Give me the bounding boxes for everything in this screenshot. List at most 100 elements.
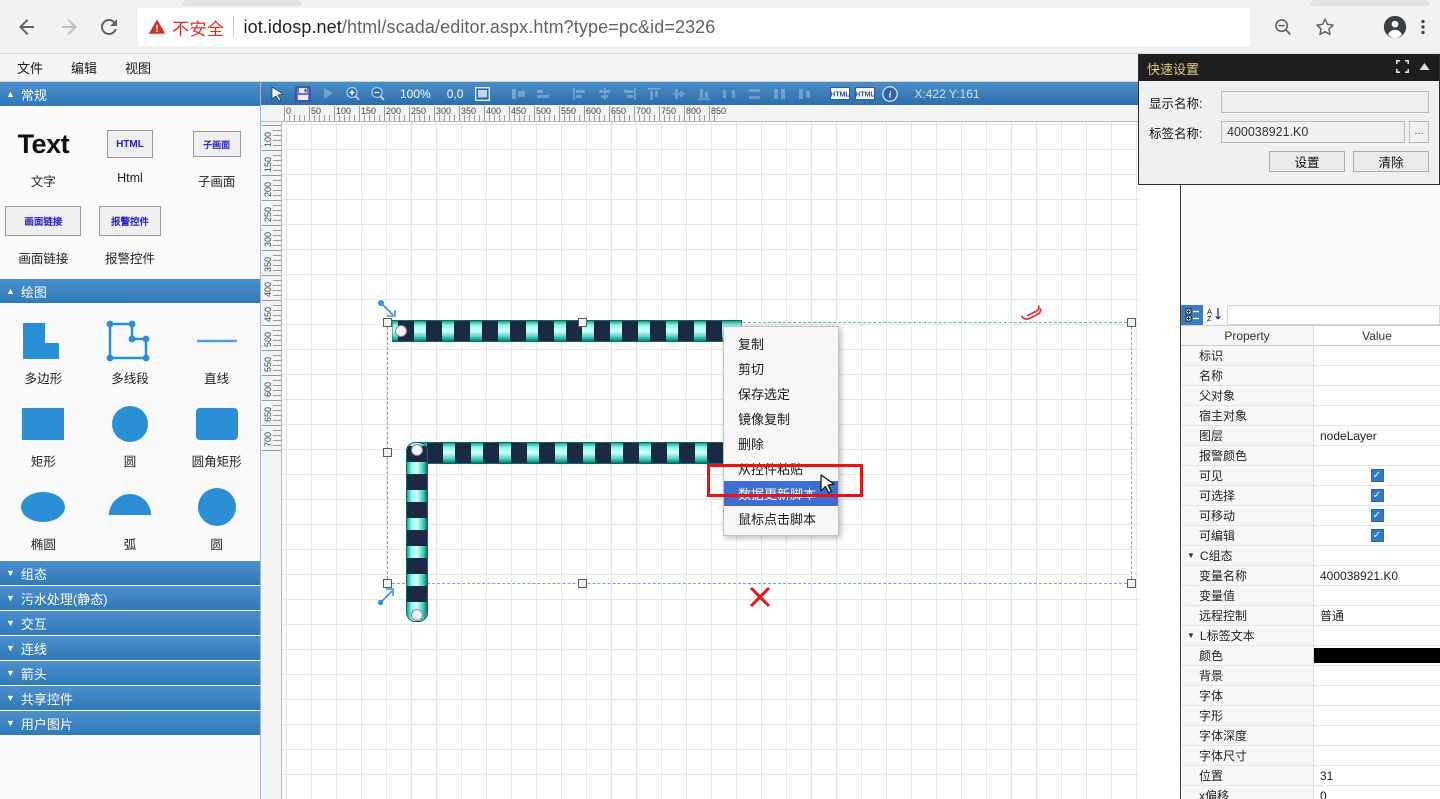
alphabetical-sort-icon[interactable]: AZ bbox=[1203, 305, 1225, 325]
menu-item-edit[interactable]: 编辑 bbox=[60, 55, 108, 80]
property-row[interactable]: 字体尺寸 bbox=[1181, 746, 1440, 766]
property-value-cell[interactable]: ✓ bbox=[1314, 506, 1440, 525]
palette-item-polygon[interactable]: 多边形 bbox=[0, 314, 87, 389]
property-row[interactable]: 标识 bbox=[1181, 346, 1440, 366]
html-import-icon[interactable]: HTML bbox=[854, 84, 876, 103]
palette-item-roundrect[interactable]: 圆角矩形 bbox=[173, 397, 260, 472]
palette-item-text[interactable]: Text 文字 bbox=[0, 117, 87, 192]
property-row[interactable]: 宿主对象 bbox=[1181, 406, 1440, 426]
palette-item-ellipse[interactable]: 椭圆 bbox=[0, 480, 87, 555]
context-menu-item-mouse-click-script[interactable]: 鼠标点击脚本 bbox=[724, 506, 838, 531]
property-row[interactable]: 背景 bbox=[1181, 666, 1440, 686]
cursor-arrow-icon[interactable] bbox=[267, 84, 289, 103]
collapse-icon[interactable] bbox=[1395, 59, 1410, 77]
triangle-up-icon[interactable] bbox=[1418, 60, 1431, 76]
info-icon[interactable]: i bbox=[879, 84, 901, 103]
same-height-icon[interactable] bbox=[793, 84, 815, 103]
same-width-icon[interactable] bbox=[768, 84, 790, 103]
floppy-disk-icon[interactable] bbox=[292, 84, 314, 103]
tag-browse-button[interactable]: ... bbox=[1409, 121, 1429, 143]
red-x-icon[interactable] bbox=[749, 586, 771, 608]
property-value-cell[interactable]: ✓ bbox=[1314, 466, 1440, 485]
triangle-down-icon[interactable]: ▼ bbox=[1187, 631, 1195, 640]
property-value-cell[interactable] bbox=[1314, 546, 1440, 565]
palette-item-circle[interactable]: 圆 bbox=[87, 397, 174, 472]
property-row[interactable]: 报警颜色 bbox=[1181, 446, 1440, 466]
reload-icon[interactable] bbox=[92, 10, 126, 44]
sidebar-section-general[interactable]: ▲ 常规 bbox=[0, 82, 260, 107]
context-menu-item-copy[interactable]: 复制 bbox=[724, 331, 838, 356]
categorized-view-icon[interactable] bbox=[1181, 305, 1203, 325]
property-value-cell[interactable] bbox=[1314, 706, 1440, 725]
sidebar-section-arrow[interactable]: ▼ 箭头 bbox=[0, 661, 260, 686]
palette-item-line[interactable]: 直线 bbox=[173, 314, 260, 389]
property-row[interactable]: 变量值 bbox=[1181, 586, 1440, 606]
resize-handle-ne[interactable] bbox=[1127, 318, 1136, 327]
sidebar-section-wastewater[interactable]: ▼ 污水处理(静态) bbox=[0, 586, 260, 611]
property-value-cell[interactable]: 0 bbox=[1314, 786, 1440, 799]
sidebar-section-userimage[interactable]: ▼ 用户图片 bbox=[0, 711, 260, 736]
menu-item-file[interactable]: 文件 bbox=[6, 55, 54, 80]
property-row[interactable]: 可编辑✓ bbox=[1181, 526, 1440, 546]
context-menu-item-mirror-copy[interactable]: 镜像复制 bbox=[724, 406, 838, 431]
align-bottom-icon[interactable] bbox=[693, 84, 715, 103]
palette-item-polyline[interactable]: 多线段 bbox=[87, 314, 174, 389]
property-filter-input[interactable] bbox=[1227, 305, 1440, 325]
rotate-handle-icon[interactable] bbox=[378, 582, 402, 606]
checkbox-checked-icon[interactable]: ✓ bbox=[1371, 529, 1384, 542]
distribute-v-icon[interactable] bbox=[743, 84, 765, 103]
pipe-endpoint-handle[interactable] bbox=[395, 325, 407, 337]
browser-tab-strip-right[interactable] bbox=[1310, 0, 1430, 6]
paperclip-icon[interactable] bbox=[1020, 300, 1042, 326]
checkbox-checked-icon[interactable]: ✓ bbox=[1371, 489, 1384, 502]
property-value-cell[interactable] bbox=[1314, 666, 1440, 685]
display-name-input[interactable] bbox=[1221, 91, 1429, 113]
context-menu-item-save-selection[interactable]: 保存选定 bbox=[724, 381, 838, 406]
checkbox-checked-icon[interactable]: ✓ bbox=[1371, 509, 1384, 522]
property-row[interactable]: 远程控制普通 bbox=[1181, 606, 1440, 626]
property-value-cell[interactable] bbox=[1314, 346, 1440, 365]
align-right-icon[interactable] bbox=[618, 84, 640, 103]
browser-tab-strip-left[interactable] bbox=[182, 0, 302, 6]
sidebar-section-drawing[interactable]: ▲ 绘图 bbox=[0, 279, 260, 304]
property-value-cell[interactable] bbox=[1314, 686, 1440, 705]
property-value-cell[interactable] bbox=[1314, 366, 1440, 385]
property-row[interactable]: ▼C组态 bbox=[1181, 546, 1440, 566]
distribute-h-icon[interactable] bbox=[718, 84, 740, 103]
triangle-down-icon[interactable]: ▼ bbox=[1187, 551, 1195, 560]
property-value-cell[interactable]: 31 bbox=[1314, 766, 1440, 785]
align-left-icon[interactable] bbox=[568, 84, 590, 103]
star-icon[interactable] bbox=[1310, 12, 1340, 42]
palette-item-rect[interactable]: 矩形 bbox=[0, 397, 87, 472]
palette-item-html[interactable]: HTML Html bbox=[87, 117, 174, 192]
pipe-mid-horizontal[interactable] bbox=[415, 442, 742, 464]
forward-arrow-icon[interactable] bbox=[52, 10, 86, 44]
apply-button[interactable]: 设置 bbox=[1269, 151, 1345, 172]
drawing-surface[interactable]: 复制 剪切 保存选定 镜像复制 删除 从控件粘贴 数据更新脚本 鼠标点击脚本 bbox=[282, 122, 1140, 799]
sidebar-section-interaction[interactable]: ▼ 交互 bbox=[0, 611, 260, 636]
palette-item-screenlink[interactable]: 画面链接 画面链接 bbox=[0, 194, 87, 269]
align-center-h-icon[interactable] bbox=[593, 84, 615, 103]
resize-handle-n[interactable] bbox=[578, 318, 587, 327]
property-row[interactable]: 字体深度 bbox=[1181, 726, 1440, 746]
property-value-cell[interactable]: ✓ bbox=[1314, 526, 1440, 545]
align-top-icon[interactable] bbox=[643, 84, 665, 103]
align-group-2-icon[interactable] bbox=[532, 84, 554, 103]
pipe-endpoint-handle[interactable] bbox=[411, 609, 423, 621]
back-arrow-icon[interactable] bbox=[10, 10, 44, 44]
property-value-cell[interactable]: nodeLayer bbox=[1314, 426, 1440, 445]
property-grid[interactable]: Property Value 标识名称父对象宿主对象图层nodeLayer报警颜… bbox=[1181, 326, 1440, 799]
property-value-cell[interactable]: 普通 bbox=[1314, 606, 1440, 625]
property-value-cell[interactable] bbox=[1314, 726, 1440, 745]
palette-item-alarm[interactable]: 报警控件 报警控件 bbox=[87, 194, 174, 269]
context-menu-item-cut[interactable]: 剪切 bbox=[724, 356, 838, 381]
property-row[interactable]: 可见✓ bbox=[1181, 466, 1440, 486]
property-row[interactable]: ▼L标签文本 bbox=[1181, 626, 1440, 646]
color-swatch[interactable] bbox=[1314, 648, 1440, 663]
palette-item-arc[interactable]: 弧 bbox=[87, 480, 174, 555]
property-value-cell[interactable] bbox=[1314, 386, 1440, 405]
kebab-menu-icon[interactable] bbox=[1414, 12, 1432, 42]
property-row[interactable]: 变量名称400038921.K0 bbox=[1181, 566, 1440, 586]
checkbox-checked-icon[interactable]: ✓ bbox=[1371, 469, 1384, 482]
property-row[interactable]: 名称 bbox=[1181, 366, 1440, 386]
